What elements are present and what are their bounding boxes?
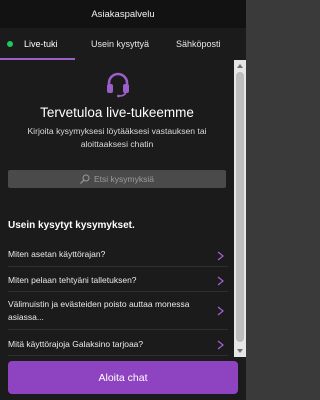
- search-placeholder: Etsi kysymyksiä: [94, 174, 154, 184]
- chevron-right-icon: [217, 276, 224, 286]
- faq-item[interactable]: Miten asetan käyttörajan?: [8, 244, 228, 267]
- tab-live-support[interactable]: Live-tuki: [0, 28, 75, 60]
- chevron-right-icon: [217, 306, 224, 316]
- chevron-right-icon: [217, 340, 224, 350]
- faq-item[interactable]: Mitä käyttörajoja Galaksino tarjoaa?: [8, 330, 228, 356]
- faq-question: Miten asetan käyttörajan?: [8, 249, 106, 259]
- start-chat-button[interactable]: Aloita chat: [8, 361, 238, 394]
- faq-item[interactable]: Välimuistin ja evästeiden poisto auttaa …: [8, 292, 228, 330]
- faq-question: Välimuistin ja evästeiden poisto auttaa …: [8, 299, 190, 322]
- content-area: Tervetuloa live-tukeemme Kirjoita kysymy…: [0, 60, 234, 357]
- online-status-dot: [7, 41, 13, 47]
- faq-item[interactable]: Miten pelaan tehtyäni talletuksen?: [8, 267, 228, 292]
- tab-faq[interactable]: Usein kysyttyä: [91, 28, 153, 60]
- tab-bar: Live-tuki Usein kysyttyä Sähköposti: [0, 28, 246, 88]
- faq-question: Miten pelaan tehtyäni talletuksen?: [8, 275, 137, 285]
- faq-section-title: Usein kysytyt kysymykset.: [8, 220, 135, 231]
- tab-email-label: Sähköposti: [176, 39, 221, 49]
- search-icon: [80, 174, 90, 184]
- widget-header: Asiakaspalvelu: [0, 0, 246, 28]
- tab-live-support-label: Live-tuki: [24, 39, 58, 49]
- tab-email[interactable]: Sähköposti: [176, 28, 246, 60]
- support-widget: Asiakaspalvelu Live-tuki Usein kysyttyä …: [0, 0, 246, 400]
- scroll-up-arrow-icon[interactable]: [237, 64, 243, 68]
- headset-icon: [107, 72, 129, 98]
- search-input[interactable]: Etsi kysymyksiä: [8, 170, 226, 188]
- scrollbar-thumb[interactable]: [236, 72, 244, 342]
- welcome-description: Kirjoita kysymyksesi löytääksesi vastauk…: [27, 126, 207, 149]
- header-title: Asiakaspalvelu: [91, 8, 155, 20]
- welcome-title: Tervetuloa live-tukeemme: [40, 105, 194, 120]
- faq-question: Mitä käyttörajoja Galaksino tarjoaa?: [8, 339, 144, 349]
- widget-footer: Aloita chat: [0, 357, 246, 400]
- scrollbar[interactable]: [234, 60, 246, 357]
- scroll-down-arrow-icon[interactable]: [237, 349, 243, 353]
- tab-faq-label: Usein kysyttyä: [91, 39, 150, 49]
- chevron-right-icon: [217, 251, 224, 261]
